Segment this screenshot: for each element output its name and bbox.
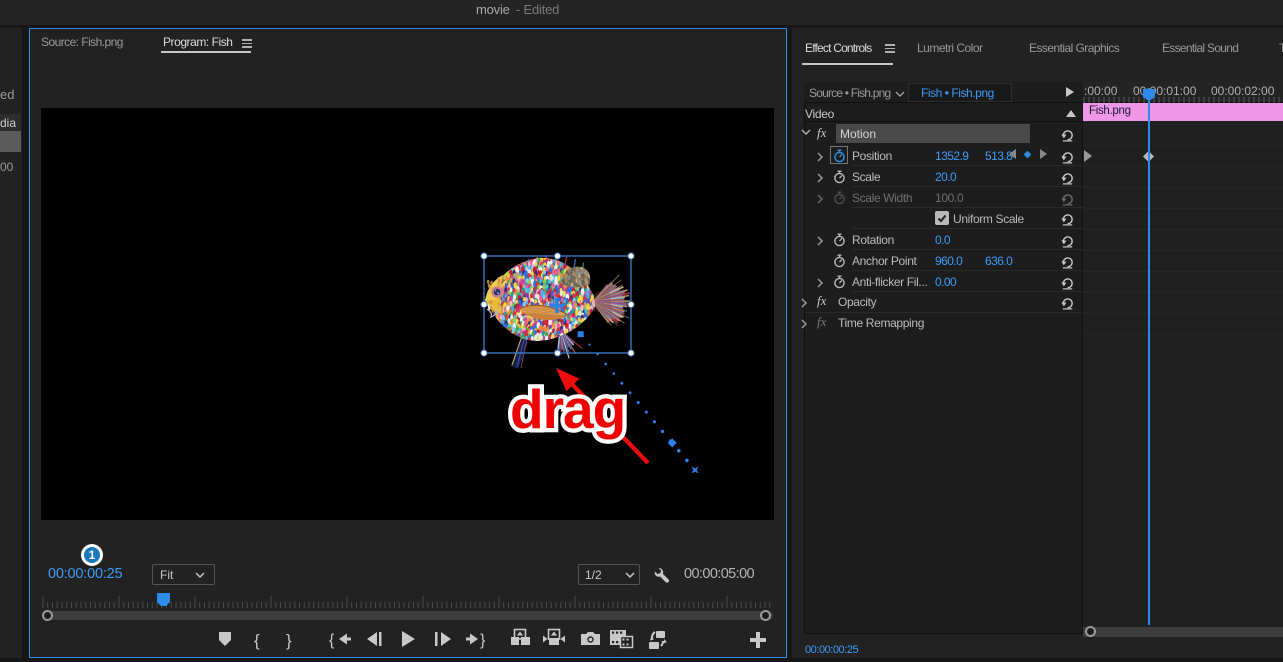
- svg-text:{: {: [329, 632, 335, 649]
- svg-text:{: {: [254, 631, 260, 650]
- svg-text:}: }: [286, 631, 292, 650]
- svg-text:}: }: [480, 632, 486, 649]
- svg-text:drag: drag: [510, 378, 625, 440]
